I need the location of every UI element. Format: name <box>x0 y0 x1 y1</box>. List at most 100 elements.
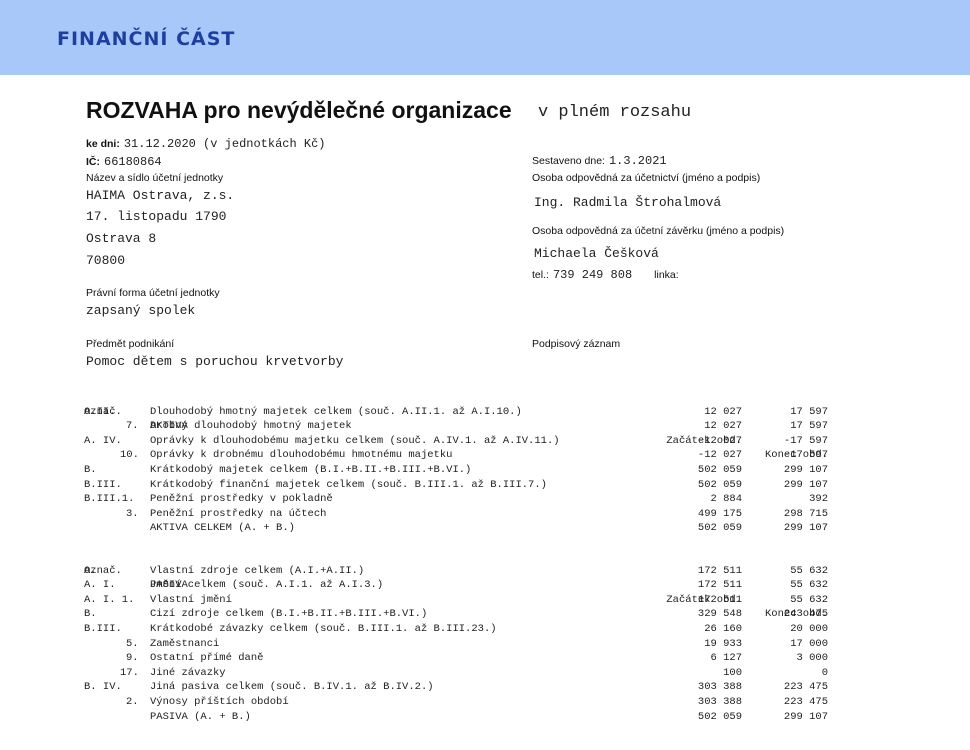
row-code: B. IV. <box>84 681 122 694</box>
table-row: B.III.1. Peněžní prostředky v pokladně 2 8… <box>84 492 844 507</box>
predmet-value: Pomoc dětem s poruchou krvetvorby <box>86 354 344 369</box>
row-end: 243 475 <box>783 608 828 621</box>
table-row: B. IV. Jiná pasiva celkem (souč. B.IV.1. … <box>84 680 844 695</box>
row-desc: Peněžní prostředky na účtech <box>150 507 327 520</box>
row-start: 502 059 <box>697 478 742 491</box>
sestaveno-row: Sestaveno dne: 1.3.2021 <box>532 154 667 168</box>
pasiva-header-row: Označ. PASIVA Začátek obd. Konec obd. <box>84 549 844 621</box>
table-row: A. I. Jmění celkem (souč. A.I.1. až A.I.3… <box>84 578 844 593</box>
podpisovy-label: Podpisový záznam <box>532 338 621 350</box>
row-start: 172 511 <box>697 564 742 577</box>
table-row: A.II. Dlouhodobý hmotný majetek celkem (s… <box>84 405 844 420</box>
osoba-ucetnictvi-label: Osoba odpovědná za účetnictví (jméno a p… <box>532 172 761 184</box>
row-desc: Jmění celkem (souč. A.I.1. až A.I.3.) <box>150 579 384 592</box>
row-start: 26 160 <box>704 622 742 635</box>
row-code: 10. <box>120 449 139 462</box>
ke-dni-label: ke dni: <box>86 138 120 150</box>
ke-dni-row: ke dni: 31.12.2020 (v jednotkách Kč) <box>86 137 325 151</box>
row-end: 299 107 <box>783 463 828 476</box>
table-row-total: AKTIVA CELKEM (A. + B.) 502 059 299 107 <box>84 521 844 536</box>
row-end: -17 597 <box>783 449 828 462</box>
row-code: 3. <box>126 507 139 520</box>
ke-dni-value: 31.12.2020 (v jednotkách Kč) <box>123 137 326 151</box>
row-desc: Ostatní přímé daně <box>150 652 264 665</box>
row-desc: AKTIVA CELKEM (A. + B.) <box>150 522 295 535</box>
row-code: 7. <box>126 420 139 433</box>
ic-row: IČ: 66180864 <box>86 155 162 169</box>
row-desc: Vlastní jmění <box>150 593 232 606</box>
row-start: 12 027 <box>704 420 742 433</box>
row-start: 499 175 <box>697 507 742 520</box>
tel-label: tel.: <box>532 269 549 281</box>
nazev-line: HAIMA Ostrava, z.s. <box>86 188 235 203</box>
row-start: 502 059 <box>697 522 742 535</box>
table-row: B.III. Krátkodobé závazky celkem (souč. B… <box>84 622 844 637</box>
tel-value: 739 249 808 <box>552 268 633 282</box>
predmet-label: Předmět podnikání <box>86 338 175 350</box>
row-desc: Jiné závazky <box>150 666 226 679</box>
row-code: A. <box>84 564 97 577</box>
row-end: -17 597 <box>783 434 828 447</box>
row-code: B.III. <box>84 478 122 491</box>
row-start: -12 027 <box>697 449 742 462</box>
row-start: 172 511 <box>697 593 742 606</box>
row-start: 6 127 <box>710 652 742 665</box>
row-desc: PASIVA (A. + B.) <box>150 710 251 723</box>
row-end: 17 597 <box>790 405 828 418</box>
table-row: 3. Peněžní prostředky na účtech 499 175 298… <box>84 507 844 522</box>
row-code: B. <box>84 608 97 621</box>
nazev-label: Název a sídlo účetní jednotky <box>86 172 224 184</box>
table-row: 9. Ostatní přímé daně 6 127 3 000 <box>84 651 844 666</box>
row-start: 2 884 <box>710 493 742 506</box>
row-desc: Oprávky k drobnému dlouhodobému hmotnému… <box>150 449 453 462</box>
row-end: 392 <box>809 493 828 506</box>
table-row-total: PASIVA (A. + B.) 502 059 299 107 <box>84 710 844 725</box>
row-start: 303 388 <box>697 681 742 694</box>
row-desc: Výnosy příštích období <box>150 695 289 708</box>
row-start: 502 059 <box>697 463 742 476</box>
row-code: A. I. 1. <box>84 593 135 606</box>
table-row: 2. Výnosy příštích období 303 388 223 475 <box>84 695 844 710</box>
table-row: 10. Oprávky k drobnému dlouhodobému hmotn… <box>84 448 844 463</box>
linka-label: linka: <box>654 269 679 281</box>
table-row: B.III. Krátkodobý finanční majetek celkem… <box>84 478 844 493</box>
nazev-line: 17. listopadu 1790 <box>86 209 227 224</box>
row-code: A. IV. <box>84 434 122 447</box>
row-end: 299 107 <box>783 478 828 491</box>
table-row: A. Vlastní zdroje celkem (A.I.+A.II.) 172 … <box>84 564 844 579</box>
row-desc: Krátkodobé závazky celkem (souč. B.III.1… <box>150 622 497 635</box>
row-code: B. <box>84 463 97 476</box>
row-code: A. I. <box>84 579 116 592</box>
row-end: 55 632 <box>790 564 828 577</box>
row-end: 17 597 <box>790 420 828 433</box>
row-end: 17 000 <box>790 637 828 650</box>
row-desc: Peněžní prostředky v pokladně <box>150 493 333 506</box>
row-desc: Vlastní zdroje celkem (A.I.+A.II.) <box>150 564 365 577</box>
table-row: 7. Drobný dlouhodobý hmotný majetek 12 027… <box>84 419 844 434</box>
row-desc: Zaměstnanci <box>150 637 220 650</box>
row-desc: Cizí zdroje celkem (B.I.+B.II.+B.III.+B.… <box>150 608 428 621</box>
row-code: B.III. <box>84 622 122 635</box>
row-code: 2. <box>126 695 139 708</box>
sestaveno-label: Sestaveno dne: <box>532 155 605 167</box>
row-code: 5. <box>126 637 139 650</box>
row-code: 9. <box>126 652 139 665</box>
row-start: -12 027 <box>697 434 742 447</box>
pasiva-table: Označ. PASIVA Začátek obd. Konec obd. A.… <box>84 549 844 724</box>
table-row: B. Krátkodobý majetek celkem (B.I.+B.II.+… <box>84 463 844 478</box>
row-end: 223 475 <box>783 681 828 694</box>
tel-row: tel.: 739 249 808 linka: <box>532 268 679 282</box>
aktiva-table: Označ. AKTIVA Začátek obd. Konec obd. A.… <box>84 390 844 536</box>
nazev-line: Ostrava 8 <box>86 231 157 246</box>
document-subtitle: v plném rozsahu <box>538 103 692 122</box>
table-row: B. Cizí zdroje celkem (B.I.+B.II.+B.III.+… <box>84 607 844 622</box>
table-row: 5. Zaměstnanci 19 933 17 000 <box>84 637 844 652</box>
osoba-ucetnictvi-value: Ing. Radmila Štrohalmová <box>534 195 722 210</box>
row-desc: Krátkodobý majetek celkem (B.I.+B.II.+B.… <box>150 463 472 476</box>
row-end: 0 <box>821 666 828 679</box>
row-code: A.II. <box>84 405 116 418</box>
row-end: 20 000 <box>790 622 828 635</box>
nazev-line: 70800 <box>86 253 126 268</box>
row-start: 19 933 <box>704 637 742 650</box>
sestaveno-value: 1.3.2021 <box>608 154 667 168</box>
